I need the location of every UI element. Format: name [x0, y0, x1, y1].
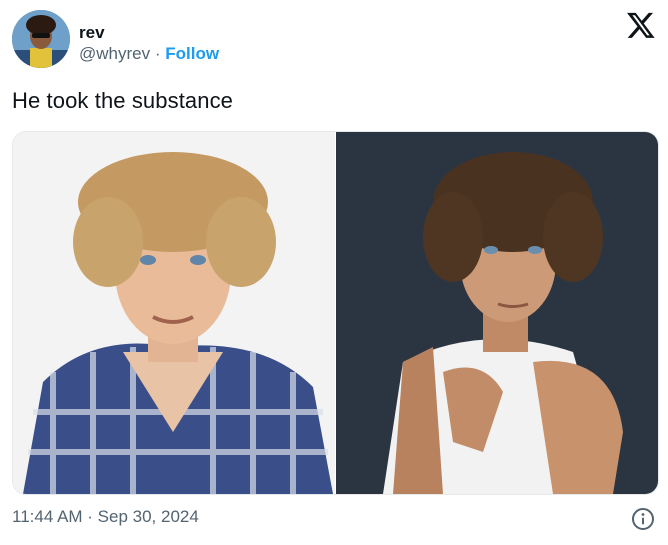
tweet-text: He took the substance	[12, 88, 234, 113]
tweet-header: rev @whyrev · Follow	[12, 10, 656, 72]
tweet-timestamp[interactable]: 11:44 AM · Sep 30, 2024	[12, 507, 199, 526]
tweet-footer: 11:44 AM · Sep 30, 2024	[12, 507, 657, 531]
avatar[interactable]	[12, 10, 70, 68]
tweet-media[interactable]	[12, 131, 659, 495]
info-icon[interactable]	[631, 507, 655, 531]
photo-left	[13, 132, 335, 494]
x-logo-icon[interactable]	[626, 10, 656, 40]
author-handle-row: @whyrev · Follow	[79, 44, 219, 64]
author-name[interactable]: rev	[79, 23, 105, 43]
avatar-image	[12, 10, 70, 68]
follow-button[interactable]: Follow	[165, 44, 219, 63]
tweet-photo	[13, 132, 658, 494]
photo-right	[336, 132, 658, 494]
separator-dot: ·	[154, 44, 161, 63]
author-handle[interactable]: @whyrev	[79, 44, 150, 63]
